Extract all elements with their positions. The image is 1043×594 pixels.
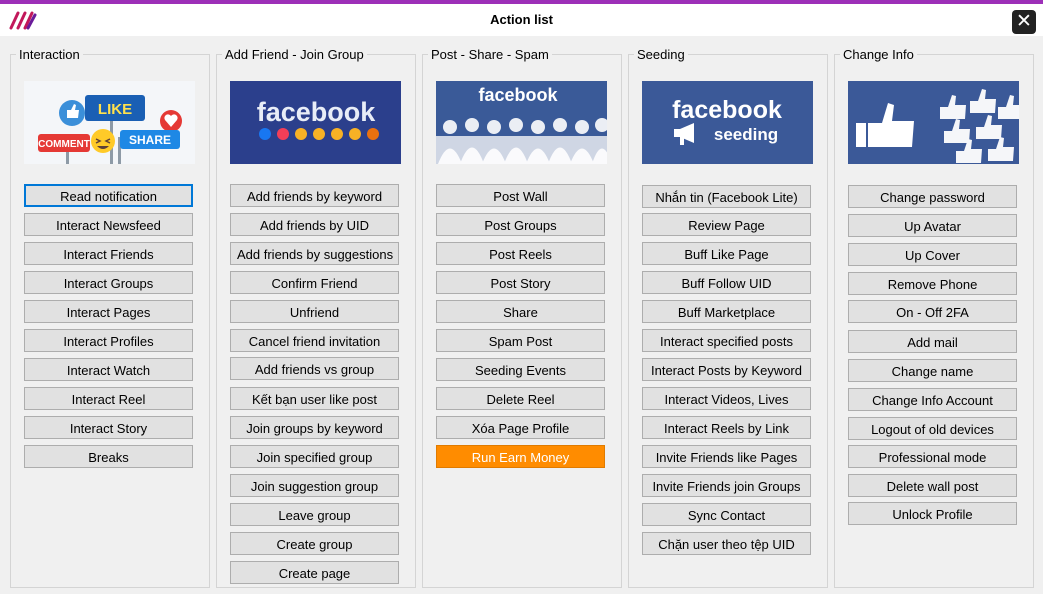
xoa-page-profile-button[interactable]: Xóa Page Profile xyxy=(436,416,605,439)
add-friend-banner-image: facebook xyxy=(230,81,401,164)
ket-ban-user-like-post-button[interactable]: Kết bạn user like post xyxy=(230,387,399,410)
cancel-friend-invitation-button[interactable]: Cancel friend invitation xyxy=(230,329,399,352)
chan-user-theo-tep-uid-button[interactable]: Chặn user theo tệp UID xyxy=(642,532,811,555)
close-icon: ✕ xyxy=(1016,11,1032,32)
on-off-2fa-button[interactable]: On - Off 2FA xyxy=(848,300,1017,323)
read-notification-button[interactable]: Read notification xyxy=(24,184,193,207)
post-reels-button[interactable]: Post Reels xyxy=(436,242,605,265)
interact-groups-button[interactable]: Interact Groups xyxy=(24,271,193,294)
create-group-button[interactable]: Create group xyxy=(230,532,399,555)
interact-pages-button[interactable]: Interact Pages xyxy=(24,300,193,323)
join-groups-by-keyword-button[interactable]: Join groups by keyword xyxy=(230,416,399,439)
group-add-friend-join-group: Add Friend - Join Group facebook Add fri… xyxy=(216,47,416,588)
group-title-add-friend: Add Friend - Join Group xyxy=(222,47,367,62)
seeding-wordmark-text: seeding xyxy=(714,125,778,144)
logout-old-devices-button[interactable]: Logout of old devices xyxy=(848,417,1017,440)
comment-sign-text: COMMENT xyxy=(38,139,90,150)
share-button[interactable]: Share xyxy=(436,300,605,323)
interact-videos-lives-button[interactable]: Interact Videos, Lives xyxy=(642,387,811,410)
group-title-post-share-spam: Post - Share - Spam xyxy=(428,47,552,62)
join-suggestion-group-button[interactable]: Join suggestion group xyxy=(230,474,399,497)
group-seeding: Seeding facebook seeding Nhắn tin (Faceb… xyxy=(628,47,828,588)
post-wall-button[interactable]: Post Wall xyxy=(436,184,605,207)
leave-group-button[interactable]: Leave group xyxy=(230,503,399,526)
action-list-window: Action list ✕ Interaction LIKE COMMENT S… xyxy=(0,0,1043,594)
run-earn-money-button[interactable]: Run Earn Money xyxy=(436,445,605,468)
unfriend-button[interactable]: Unfriend xyxy=(230,300,399,323)
unlock-profile-button[interactable]: Unlock Profile xyxy=(848,502,1017,525)
join-specified-group-button[interactable]: Join specified group xyxy=(230,445,399,468)
share-sign-text: SHARE xyxy=(129,133,171,147)
buff-marketplace-button[interactable]: Buff Marketplace xyxy=(642,300,811,323)
group-interaction: Interaction LIKE COMMENT SHARE Read noti… xyxy=(10,47,210,588)
invite-friends-like-pages-button[interactable]: Invite Friends like Pages xyxy=(642,445,811,468)
change-info-banner-image xyxy=(848,81,1019,164)
delete-wall-post-button[interactable]: Delete wall post xyxy=(848,474,1017,497)
post-banner-image: facebook xyxy=(436,81,607,164)
interact-posts-by-keyword-button[interactable]: Interact Posts by Keyword xyxy=(642,358,811,381)
add-friends-by-suggestions-button[interactable]: Add friends by suggestions xyxy=(230,242,399,265)
interact-newsfeed-button[interactable]: Interact Newsfeed xyxy=(24,213,193,236)
sync-contact-button[interactable]: Sync Contact xyxy=(642,503,811,526)
interact-specified-posts-button[interactable]: Interact specified posts xyxy=(642,329,811,352)
group-title-seeding: Seeding xyxy=(634,47,688,62)
window-title: Action list xyxy=(490,12,553,27)
post-story-button[interactable]: Post Story xyxy=(436,271,605,294)
interaction-banner-image: LIKE COMMENT SHARE xyxy=(24,81,195,164)
add-friends-by-keyword-button[interactable]: Add friends by keyword xyxy=(230,184,399,207)
add-friends-vs-group-button[interactable]: Add friends vs group xyxy=(230,357,399,380)
interact-friends-button[interactable]: Interact Friends xyxy=(24,242,193,265)
like-sign-text: LIKE xyxy=(98,101,132,118)
group-title-interaction: Interaction xyxy=(16,47,83,62)
up-cover-button[interactable]: Up Cover xyxy=(848,243,1017,266)
change-password-button[interactable]: Change password xyxy=(848,185,1017,208)
post-groups-button[interactable]: Post Groups xyxy=(436,213,605,236)
group-post-share-spam: Post - Share - Spam facebook Post Wall P… xyxy=(422,47,622,588)
interact-reels-by-link-button[interactable]: Interact Reels by Link xyxy=(642,416,811,439)
spam-post-button[interactable]: Spam Post xyxy=(436,329,605,352)
interact-watch-button[interactable]: Interact Watch xyxy=(24,358,193,381)
invite-friends-join-groups-button[interactable]: Invite Friends join Groups xyxy=(642,474,811,497)
create-page-button[interactable]: Create page xyxy=(230,561,399,584)
buff-like-page-button[interactable]: Buff Like Page xyxy=(642,242,811,265)
facebook-wordmark-text: facebook xyxy=(672,96,782,124)
facebook-wordmark-text: facebook xyxy=(478,85,558,105)
add-friends-by-uid-button[interactable]: Add friends by UID xyxy=(230,213,399,236)
group-title-change-info: Change Info xyxy=(840,47,917,62)
interact-reel-button[interactable]: Interact Reel xyxy=(24,387,193,410)
add-mail-button[interactable]: Add mail xyxy=(848,330,1017,353)
breaks-button[interactable]: Breaks xyxy=(24,445,193,468)
nhan-tin-facebook-lite-button[interactable]: Nhắn tin (Facebook Lite) xyxy=(642,185,811,208)
delete-reel-button[interactable]: Delete Reel xyxy=(436,387,605,410)
title-bar: Action list ✕ xyxy=(0,4,1043,36)
change-info-account-button[interactable]: Change Info Account xyxy=(848,388,1017,411)
interact-profiles-button[interactable]: Interact Profiles xyxy=(24,329,193,352)
seeding-events-button[interactable]: Seeding Events xyxy=(436,358,605,381)
interact-story-button[interactable]: Interact Story xyxy=(24,416,193,439)
buff-follow-uid-button[interactable]: Buff Follow UID xyxy=(642,271,811,294)
facebook-wordmark-text: facebook xyxy=(257,97,377,127)
confirm-friend-button[interactable]: Confirm Friend xyxy=(230,271,399,294)
change-name-button[interactable]: Change name xyxy=(848,359,1017,382)
close-button[interactable]: ✕ xyxy=(1012,10,1036,34)
seeding-banner-image: facebook seeding xyxy=(642,81,813,164)
remove-phone-button[interactable]: Remove Phone xyxy=(848,272,1017,295)
professional-mode-button[interactable]: Professional mode xyxy=(848,445,1017,468)
review-page-button[interactable]: Review Page xyxy=(642,213,811,236)
group-change-info: Change Info Change password Up Avatar Up… xyxy=(834,47,1034,588)
up-avatar-button[interactable]: Up Avatar xyxy=(848,214,1017,237)
